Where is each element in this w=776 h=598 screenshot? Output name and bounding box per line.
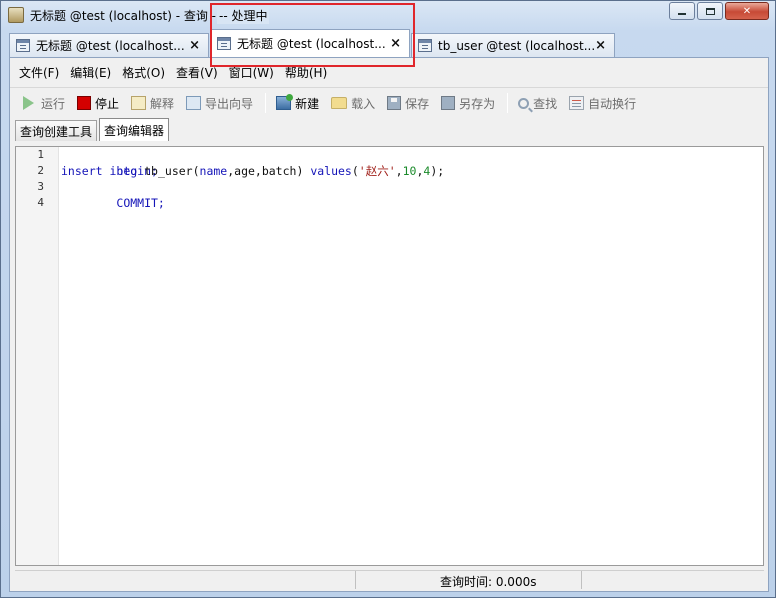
run-button[interactable]: 运行 (20, 95, 65, 112)
word-wrap-icon (569, 96, 585, 110)
word-wrap-button[interactable]: 自动换行 (569, 95, 636, 112)
line-number: 1 (37, 148, 44, 161)
menu-view[interactable]: 查看(V) (176, 64, 218, 81)
status-bar: 查询时间: 0.000s (15, 570, 764, 589)
menu-file[interactable]: 文件(F) (19, 64, 59, 81)
query-table-icon (16, 39, 30, 52)
save-icon (387, 96, 402, 110)
menu-edit[interactable]: 编辑(E) (70, 64, 111, 81)
explain-label: 解释 (150, 96, 175, 111)
tab-close-icon[interactable]: × (390, 36, 401, 51)
doc-tab-label: 无标题 @test (localhost... (36, 39, 185, 53)
search-icon (518, 97, 530, 109)
query-time-status: 查询时间: 0.000s (440, 575, 537, 589)
explain-icon (131, 96, 147, 110)
save-as-button[interactable]: 另存为 (441, 95, 495, 112)
doc-tab-label: 无标题 @test (localhost... (237, 37, 386, 51)
sql-paren: ); (430, 164, 445, 178)
processing-status: -- 处理中 (217, 7, 270, 24)
status-divider (355, 571, 356, 589)
sql-keyword: insert (61, 164, 103, 178)
doc-tab-label: tb_user @test (localhost... (438, 38, 596, 53)
sql-keyword: into (109, 164, 138, 178)
sql-keyword: COMMIT; (116, 196, 165, 210)
sql-editor[interactable]: 1 2 3 4 begin; insert into tb_user(name,… (15, 146, 764, 566)
toolbar-separator (265, 93, 267, 113)
maximize-icon (705, 7, 715, 15)
load-button[interactable]: 载入 (331, 95, 375, 112)
menu-bar: 文件(F) 编辑(E) 格式(O) 查看(V) 窗口(W) 帮助(H) (10, 58, 768, 88)
stop-button[interactable]: 停止 (77, 95, 119, 112)
menu-window[interactable]: 窗口(W) (229, 64, 274, 81)
maximize-button[interactable] (697, 2, 723, 20)
sql-string: '赵六' (358, 164, 396, 178)
folder-icon (331, 97, 348, 109)
tab-close-icon[interactable]: × (189, 38, 200, 53)
toolbar-separator (507, 93, 509, 113)
stop-icon (77, 96, 92, 110)
new-query-icon (276, 94, 294, 110)
export-wizard-button[interactable]: 导出向导 (186, 95, 253, 112)
doc-tab-query-2[interactable]: 无标题 @test (localhost... × (210, 29, 410, 57)
tab-query-builder[interactable]: 查询创建工具 (15, 120, 98, 141)
sql-paren: ( (351, 164, 359, 178)
menu-help[interactable]: 帮助(H) (285, 64, 327, 81)
title-bar[interactable]: 无标题 @test (localhost) - 查询 - ✕ (1, 1, 775, 29)
find-label: 查找 (533, 96, 558, 111)
line-number: 4 (37, 196, 44, 209)
save-as-label: 另存为 (459, 96, 496, 111)
menu-format[interactable]: 格式(O) (122, 64, 165, 81)
play-icon (23, 96, 34, 110)
explain-button[interactable]: 解释 (131, 95, 174, 112)
line-number: 2 (37, 164, 44, 177)
close-icon: ✕ (742, 5, 752, 17)
minimize-button[interactable] (669, 2, 695, 20)
new-label: 新建 (295, 96, 320, 111)
application-window: 无标题 @test (localhost) - 查询 - ✕ -- 处理中 无标… (0, 0, 776, 598)
code-line-2: insert into tb_user(name,age,batch) valu… (61, 163, 444, 179)
load-label: 载入 (351, 96, 376, 111)
window-title: 无标题 @test (localhost) - 查询 - (30, 9, 217, 23)
save-label: 保存 (405, 96, 430, 111)
save-as-icon (441, 96, 456, 110)
code-line-3: COMMIT; (61, 179, 164, 210)
find-button[interactable]: 查找 (518, 95, 557, 112)
tab-query-editor[interactable]: 查询编辑器 (99, 118, 170, 141)
export-icon (186, 96, 202, 110)
query-panel: 文件(F) 编辑(E) 格式(O) 查看(V) 窗口(W) 帮助(H) 运行 停… (9, 57, 769, 592)
code-line-1: begin; (61, 147, 158, 178)
sql-table-name: tb_user( (144, 164, 200, 178)
minimize-icon (678, 13, 686, 15)
stop-label: 停止 (95, 96, 120, 111)
toolbar: 运行 停止 解释 导出向导 新建 载入 保存 另存为 查找 自动换行 (10, 89, 768, 117)
save-button[interactable]: 保存 (387, 95, 429, 112)
document-tabs: 无标题 @test (localhost... × 无标题 @test (loc… (9, 29, 769, 57)
export-label: 导出向导 (205, 96, 254, 111)
sql-keyword: values (310, 164, 352, 178)
doc-tab-tb-user[interactable]: tb_user @test (localhost... × (411, 33, 615, 57)
editor-subtabs: 查询创建工具 查询编辑器 (15, 118, 171, 141)
doc-tab-query-1[interactable]: 无标题 @test (localhost... × (9, 33, 209, 57)
table-icon (418, 39, 432, 52)
close-window-button[interactable]: ✕ (725, 2, 769, 20)
query-table-icon (217, 37, 231, 50)
sql-comma: , (395, 164, 403, 178)
status-divider (581, 571, 582, 589)
run-label: 运行 (41, 96, 66, 111)
tab-close-icon[interactable]: × (595, 38, 606, 53)
line-number: 3 (37, 180, 44, 193)
word-wrap-label: 自动换行 (588, 96, 637, 111)
sql-columns: ,age,batch) (227, 164, 311, 178)
window-controls: ✕ (669, 2, 769, 20)
line-number-gutter: 1 2 3 4 (16, 147, 59, 565)
new-button[interactable]: 新建 (276, 94, 320, 112)
sql-number: 10 (402, 164, 417, 178)
app-icon (8, 7, 24, 23)
sql-column-name: name (199, 164, 228, 178)
